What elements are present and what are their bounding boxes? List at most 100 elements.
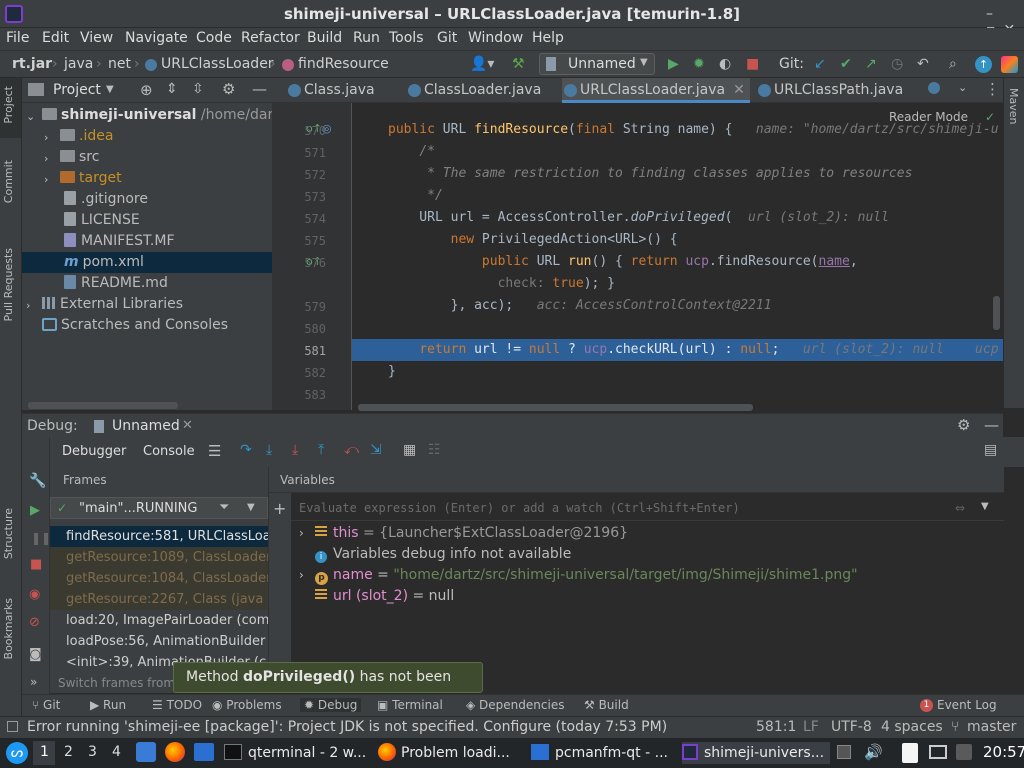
code-line[interactable]: URL url = AccessController.doPrivileged(…	[388, 210, 889, 225]
minimize-button[interactable]: –	[986, 6, 1001, 22]
hide-icon[interactable]: —	[984, 416, 999, 434]
tree-item-idea[interactable]: › .idea	[22, 126, 272, 147]
tree-item-gitignore[interactable]: .gitignore	[22, 189, 272, 210]
tab-class-java[interactable]: Class.java	[286, 78, 401, 103]
class-icon[interactable]	[928, 82, 940, 94]
menu-code[interactable]: Code	[196, 30, 232, 46]
frame-item[interactable]: getResource:2267, Class (java	[50, 589, 268, 610]
stop-icon[interactable]: ■	[746, 56, 759, 72]
project-view-label[interactable]: Project	[53, 82, 101, 98]
menu-run[interactable]: Run	[353, 30, 380, 46]
step-out-icon[interactable]: ⤒	[318, 442, 324, 458]
task-intellij[interactable]: shimeji-univers...	[682, 742, 830, 764]
toolwindow-dependencies[interactable]: ◈ Dependencies	[466, 698, 564, 712]
tool-pull-requests[interactable]: Pull Requests	[2, 248, 15, 321]
debug-icon[interactable]: ✹	[693, 56, 705, 72]
tree-item-external-libraries[interactable]: › External Libraries	[22, 294, 272, 315]
camera-icon[interactable]: ◙	[29, 647, 42, 662]
evaluate-icon[interactable]: ▦	[403, 442, 416, 458]
pause-icon[interactable]: ❚❚	[31, 531, 51, 545]
menu-view[interactable]: View	[80, 30, 113, 46]
filter-icon[interactable]: ⏷	[219, 500, 229, 515]
tool-maven[interactable]: Maven	[1007, 88, 1020, 124]
variable-item[interactable]: › p name = "home/dartz/src/shimeji-univers…	[299, 565, 858, 586]
more-icon[interactable]: »	[30, 675, 37, 689]
chevron-right-icon[interactable]: ›	[299, 565, 315, 586]
breadcrumb-net[interactable]: net	[108, 56, 131, 72]
volume-icon[interactable]: 🔊	[864, 743, 883, 761]
step-into-icon[interactable]: ⤓	[266, 442, 272, 458]
breadcrumb-jar[interactable]: rt.jar	[12, 56, 52, 72]
menu-edit[interactable]: Edit	[42, 30, 69, 46]
tray-window-icon[interactable]	[837, 745, 851, 759]
code-line[interactable]: * The same restriction to finding classe…	[388, 166, 912, 181]
code-line[interactable]: new PrivilegedAction<URL>() {	[388, 232, 678, 247]
editor-horizontal-scrollbar[interactable]	[358, 404, 753, 411]
trace-icon[interactable]: ☷	[428, 442, 441, 458]
tool-bookmarks[interactable]: Bookmarks	[2, 598, 15, 659]
code-line[interactable]: }	[388, 364, 396, 379]
tool-structure[interactable]: Structure	[2, 508, 15, 559]
ide-logo-icon[interactable]	[1001, 56, 1018, 73]
breadcrumb-class[interactable]: URLClassLoader	[161, 56, 274, 72]
toolwindow-event-log[interactable]: Event Log	[937, 698, 997, 712]
debug-session-tab[interactable]: Unnamed	[112, 418, 180, 434]
firefox-icon[interactable]	[165, 742, 185, 762]
code-line[interactable]: */	[388, 188, 443, 203]
editor-vertical-scrollbar[interactable]	[993, 296, 1000, 330]
step-over-icon[interactable]: ↷	[240, 442, 252, 458]
breadcrumb-method[interactable]: findResource	[298, 56, 389, 72]
menu-window[interactable]: Window	[468, 30, 523, 46]
git-branch[interactable]: master	[967, 719, 1016, 735]
toolwindow-todo[interactable]: ☰ TODO	[152, 698, 202, 712]
tab-console[interactable]: Console	[143, 444, 195, 459]
tree-item-readme[interactable]: README.md	[22, 273, 272, 294]
rollback-icon[interactable]: ↶	[917, 56, 929, 72]
frame-item[interactable]: loadPose:56, AnimationBuilder	[50, 631, 268, 652]
wrench-icon[interactable]: 🔧	[29, 473, 46, 489]
more-icon[interactable]: ⋮	[985, 80, 1000, 98]
drop-frame-icon[interactable]: ⤺	[344, 442, 359, 458]
add-watch-icon[interactable]: +	[273, 499, 286, 518]
frame-item[interactable]: getResource:1084, ClassLoader	[50, 568, 268, 589]
menu-file[interactable]: File	[6, 30, 29, 46]
user-icon[interactable]: 👤▾	[470, 56, 494, 72]
tree-item-license[interactable]: LICENSE	[22, 210, 272, 231]
coverage-icon[interactable]: ◐	[719, 56, 731, 72]
git-update-icon[interactable]: ↙	[814, 56, 826, 72]
task-qterminal[interactable]: qterminal - 2 w...	[224, 742, 369, 764]
tool-commit[interactable]: Commit	[2, 160, 15, 203]
workspace-1[interactable]: 1	[33, 741, 55, 765]
update-icon[interactable]: ↑	[975, 56, 992, 73]
chevron-right-icon[interactable]: ›	[299, 523, 315, 544]
tree-item-target[interactable]: › target	[22, 168, 272, 189]
code-line[interactable]: /*	[388, 144, 435, 159]
menu-tools[interactable]: Tools	[389, 30, 424, 46]
tree-item-scratches[interactable]: Scratches and Consoles	[22, 315, 272, 336]
tab-debugger[interactable]: Debugger	[62, 444, 126, 459]
git-push-icon[interactable]: ↗	[865, 56, 877, 72]
line-separator[interactable]: LF	[803, 719, 819, 735]
toolwindow-build[interactable]: ⚒ Build	[584, 698, 629, 712]
workspace-2[interactable]: 2	[64, 744, 73, 760]
chevron-down-icon[interactable]: ▼	[981, 501, 989, 512]
view-breakpoints-icon[interactable]: ◉	[29, 587, 40, 602]
task-pcmanfm[interactable]: pcmanfm-qt - ...	[531, 742, 676, 764]
code-line[interactable]: public URL findResource(final String nam…	[388, 122, 999, 137]
caret-position[interactable]: 581:1	[756, 719, 796, 735]
gear-icon[interactable]: ⚙	[222, 80, 235, 98]
variable-item[interactable]: url (slot_2) = null	[299, 586, 454, 607]
chevron-down-icon[interactable]: ▼	[106, 84, 114, 95]
toolwindow-terminal[interactable]: ▣ Terminal	[377, 698, 443, 712]
file-encoding[interactable]: UTF-8	[831, 719, 872, 735]
clipboard-icon[interactable]	[902, 743, 918, 763]
tab-classloader-java[interactable]: ClassLoader.java	[406, 78, 556, 103]
resume-icon[interactable]: ▶	[30, 503, 40, 518]
menu-help[interactable]: Help	[532, 30, 564, 46]
tree-item-root[interactable]: ⌄ shimeji-universal /home/dartz	[22, 105, 286, 126]
run-config-select[interactable]: Unnamed ▼	[539, 53, 655, 75]
close-session-icon[interactable]: ✕	[182, 418, 193, 433]
code-line[interactable]: return url != null ? ucp.checkURL(url) :…	[388, 342, 998, 357]
tab-urlclassloader-java[interactable]: URLClassLoader.java ✕	[562, 78, 750, 103]
menu-navigate[interactable]: Navigate	[125, 30, 188, 46]
